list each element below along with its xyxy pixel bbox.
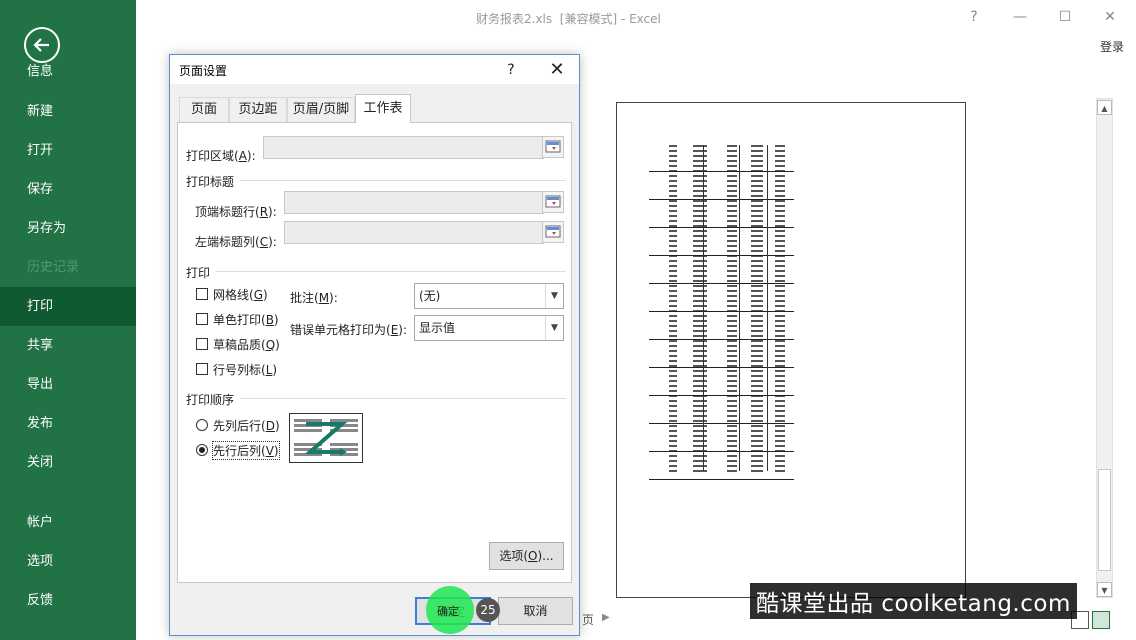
draft-quality-label: 草稿品质(Q) — [213, 338, 280, 352]
sidebar-item-save-as[interactable]: 另存为 — [0, 209, 136, 248]
tab-sheet[interactable]: 工作表 — [355, 94, 411, 123]
page-setup-dialog: 页面设置 ? ✕ 页面 页边距 页眉/页脚 工作表 打印区域(A): 打印标题 … — [169, 54, 580, 636]
columns-to-repeat-input[interactable] — [284, 221, 544, 244]
over-then-down-label: 先行后列(V) — [212, 441, 280, 460]
chevron-down-icon: ▼ — [545, 284, 563, 308]
watermark: 酷课堂出品 coolketang.com — [750, 583, 1077, 619]
rows-to-repeat-label: 顶端标题行(R): — [195, 205, 277, 219]
scroll-up-icon[interactable]: ▲ — [1097, 100, 1112, 115]
draft-quality-checkbox[interactable] — [196, 338, 208, 350]
title-bar: 财务报表2.xls [兼容模式] - Excel ? — ☐ ✕ — [136, 0, 1136, 36]
click-step-badge: 25 — [476, 598, 500, 622]
sidebar-item-save[interactable]: 保存 — [0, 170, 136, 209]
comments-select[interactable]: (无) ▼ — [414, 283, 564, 309]
gridlines-checkbox[interactable] — [196, 288, 208, 300]
sidebar-item-account[interactable]: 帐户 — [0, 503, 136, 542]
dialog-close-button[interactable]: ✕ — [542, 59, 572, 81]
preview-content — [649, 145, 794, 480]
section-divider — [240, 398, 566, 399]
columns-to-repeat-label: 左端标题列(C): — [195, 235, 277, 249]
sidebar-item-options[interactable]: 选项 — [0, 542, 136, 581]
signin-link[interactable]: 登录 — [1100, 38, 1124, 55]
sidebar-item-open[interactable]: 打开 — [0, 131, 136, 170]
sidebar-item-export[interactable]: 导出 — [0, 365, 136, 404]
zoom-to-page-icon[interactable] — [1092, 611, 1110, 629]
close-window-button[interactable]: ✕ — [1096, 6, 1124, 28]
page-order-section: 打印顺序 — [186, 393, 235, 407]
window-title: 财务报表2.xls [兼容模式] - Excel — [476, 12, 661, 26]
sidebar-item-new[interactable]: 新建 — [0, 92, 136, 131]
scroll-thumb[interactable] — [1098, 469, 1111, 571]
sidebar-item-print[interactable]: 打印 — [0, 287, 136, 326]
print-area-input[interactable] — [263, 136, 544, 159]
scroll-down-icon[interactable]: ▼ — [1097, 582, 1112, 597]
ok-button-overlay-label: 确定 — [437, 605, 459, 618]
dialog-help-button[interactable]: ? — [498, 59, 524, 81]
cell-errors-select[interactable]: 显示值 ▼ — [414, 315, 564, 341]
sidebar-item-feedback[interactable]: 反馈 — [0, 581, 136, 620]
black-and-white-label: 单色打印(B) — [213, 313, 279, 327]
print-titles-section: 打印标题 — [186, 175, 235, 189]
sidebar-item-history: 历史记录 — [27, 260, 80, 275]
black-and-white-checkbox[interactable] — [196, 313, 208, 325]
cancel-button[interactable]: 取消 — [498, 597, 573, 625]
sidebar-item-info[interactable]: 信息 — [0, 53, 136, 91]
collapse-dialog-icon[interactable] — [542, 191, 564, 213]
row-col-headings-label: 行号列标(L) — [213, 363, 278, 377]
sheet-tab-panel: 打印区域(A): 打印标题 顶端标题行(R): 左端标题列(C): 打印 网格线… — [177, 122, 572, 583]
dialog-title: 页面设置 — [179, 64, 228, 78]
cell-errors-label: 错误单元格打印为(E): — [290, 323, 408, 337]
tab-header-footer[interactable]: 页眉/页脚 — [287, 97, 355, 122]
collapse-dialog-icon[interactable] — [542, 136, 564, 158]
cell-errors-value: 显示值 — [419, 321, 456, 335]
comments-label: 批注(M): — [290, 291, 338, 305]
chevron-down-icon: ▼ — [545, 316, 563, 340]
back-arrow-icon — [33, 38, 49, 52]
backstage-sidebar: 信息 新建 打开 保存 另存为 历史记录 打印 共享 导出 发布 关闭 帐户 选… — [0, 0, 136, 640]
collapse-dialog-icon[interactable] — [542, 221, 564, 243]
section-divider — [216, 271, 566, 272]
over-then-down-radio[interactable] — [196, 444, 208, 456]
next-page-icon[interactable]: ▶ — [602, 612, 610, 623]
print-preview-page — [616, 102, 966, 598]
comments-value: (无) — [419, 289, 441, 303]
preview-scrollbar[interactable]: ▲ ▼ — [1096, 98, 1113, 598]
print-area-label: 打印区域(A): — [186, 149, 256, 163]
help-button[interactable]: ? — [960, 6, 988, 28]
down-then-over-radio[interactable] — [196, 419, 208, 431]
row-col-headings-checkbox[interactable] — [196, 363, 208, 375]
dialog-title-bar: 页面设置 ? ✕ — [170, 55, 579, 84]
minimize-button[interactable]: — — [1006, 6, 1034, 28]
page-order-preview-icon — [289, 413, 363, 463]
rows-to-repeat-input[interactable] — [284, 191, 544, 214]
page-indicator-label: 页 — [582, 613, 595, 627]
sidebar-item-publish[interactable]: 发布 — [0, 404, 136, 443]
section-divider — [240, 180, 566, 181]
sidebar-item-close[interactable]: 关闭 — [0, 443, 136, 482]
gridlines-label: 网格线(G) — [213, 288, 268, 302]
options-button[interactable]: 选项(O)... — [489, 542, 564, 570]
down-then-over-label: 先列后行(D) — [213, 419, 280, 433]
tab-page[interactable]: 页面 — [179, 97, 229, 122]
maximize-button[interactable]: ☐ — [1051, 6, 1079, 28]
print-section: 打印 — [186, 266, 211, 280]
tab-margins[interactable]: 页边距 — [229, 97, 287, 122]
sidebar-item-share[interactable]: 共享 — [0, 326, 136, 365]
